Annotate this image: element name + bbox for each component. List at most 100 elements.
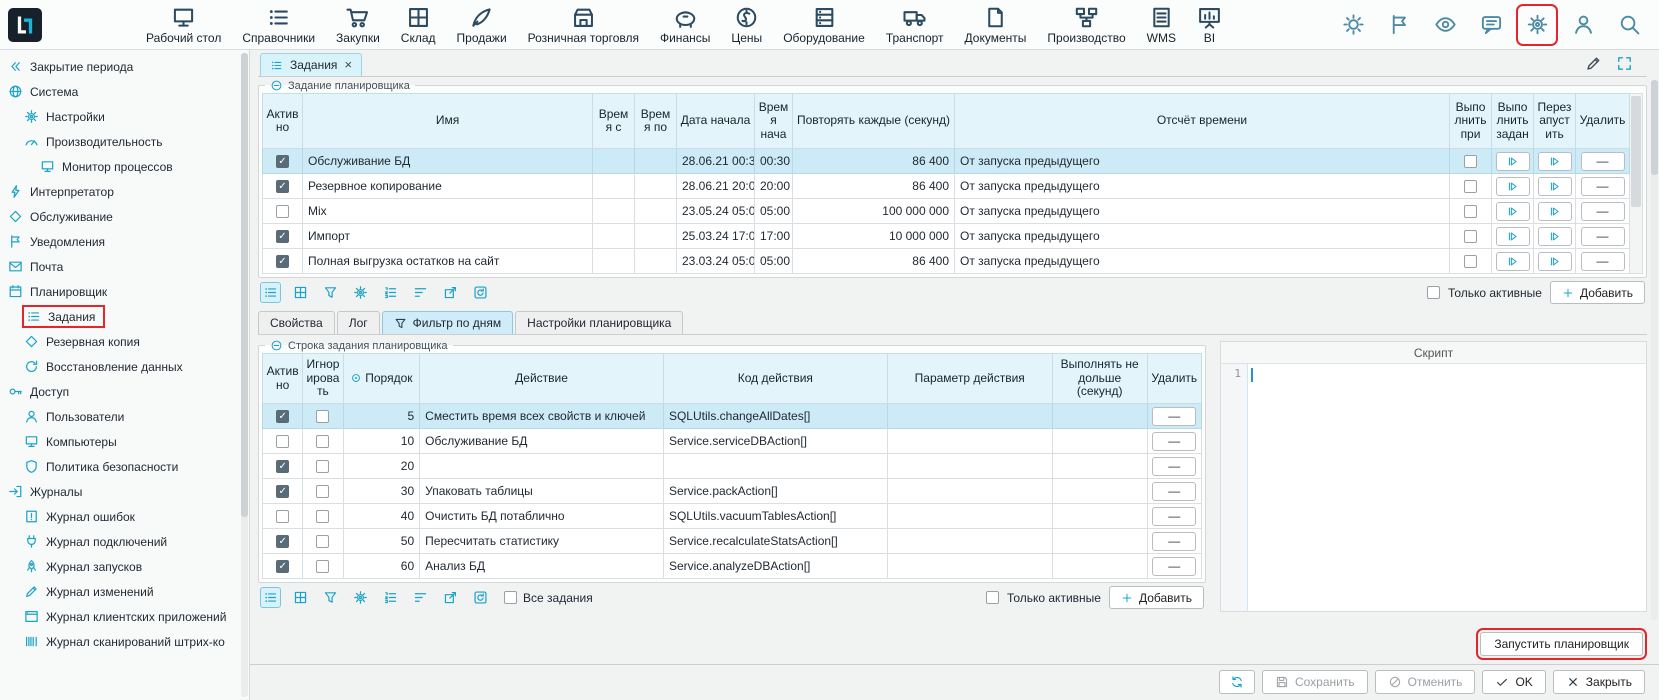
module-warehouse[interactable]: Склад bbox=[401, 5, 436, 45]
settings-button[interactable] bbox=[1519, 7, 1555, 43]
export-button[interactable] bbox=[440, 282, 461, 303]
active-checkbox[interactable] bbox=[276, 435, 289, 448]
module-prices[interactable]: Цены bbox=[731, 5, 762, 45]
flag-button[interactable] bbox=[1381, 7, 1417, 43]
cell-action[interactable]: Упаковать таблицы bbox=[420, 479, 664, 504]
sidebar-item-interpreter[interactable]: Интерпретатор bbox=[0, 179, 249, 204]
window-scrollbar[interactable] bbox=[1651, 80, 1658, 620]
sidebar-item-access[interactable]: Доступ bbox=[0, 379, 249, 404]
module-transport[interactable]: Транспорт bbox=[886, 5, 944, 45]
ok-button[interactable]: OK bbox=[1482, 670, 1545, 694]
cell-repeat[interactable]: 100 000 000 bbox=[793, 199, 955, 224]
tab-properties[interactable]: Свойства bbox=[258, 311, 335, 334]
restart-button[interactable] bbox=[1538, 177, 1572, 196]
numlist-button[interactable] bbox=[380, 587, 401, 608]
cell-action_code[interactable]: Service.recalculateStatsAction[] bbox=[663, 529, 887, 554]
exec_task-button[interactable] bbox=[1496, 152, 1530, 171]
cell-max_time[interactable] bbox=[1052, 404, 1147, 429]
cell-order[interactable]: 5 bbox=[343, 404, 420, 429]
cell-time_from[interactable] bbox=[593, 199, 635, 224]
sidebar-item-settings[interactable]: Настройки bbox=[0, 104, 249, 129]
cell-repeat[interactable]: 86 400 bbox=[793, 174, 955, 199]
filter-button[interactable] bbox=[320, 282, 341, 303]
column-header-start_time[interactable]: Время нача bbox=[755, 94, 793, 149]
grid-button[interactable] bbox=[290, 282, 311, 303]
delete-button[interactable]: — bbox=[1152, 482, 1196, 501]
cell-time_from[interactable] bbox=[593, 224, 635, 249]
cell-order[interactable]: 20 bbox=[343, 454, 420, 479]
delete-button[interactable]: — bbox=[1581, 252, 1625, 271]
cell-time_to[interactable] bbox=[635, 174, 677, 199]
cell-start_time[interactable]: 20:00 bbox=[755, 174, 793, 199]
column-header-action_param[interactable]: Параметр действия bbox=[887, 354, 1052, 404]
ignore-checkbox[interactable] bbox=[316, 410, 329, 423]
cell-repeat[interactable]: 86 400 bbox=[793, 249, 955, 274]
sortlines-button[interactable] bbox=[410, 282, 431, 303]
tab-close-icon[interactable]: × bbox=[344, 60, 352, 70]
ignore-checkbox[interactable] bbox=[316, 510, 329, 523]
column-header-time_to[interactable]: Время по bbox=[635, 94, 677, 149]
cell-time_to[interactable] bbox=[635, 149, 677, 174]
cell-order[interactable]: 30 bbox=[343, 479, 420, 504]
ignore-checkbox[interactable] bbox=[316, 560, 329, 573]
cell-max_time[interactable] bbox=[1052, 479, 1147, 504]
table-row[interactable]: 40Очистить БД потабличноSQLUtils.vacuumT… bbox=[263, 504, 1202, 529]
table-row[interactable]: 10Обслуживание БДService.serviceDBAction… bbox=[263, 429, 1202, 454]
module-sales[interactable]: Продажи bbox=[457, 5, 507, 45]
column-header-action[interactable]: Действие bbox=[420, 354, 664, 404]
theme-button[interactable] bbox=[1335, 7, 1371, 43]
exec_on-checkbox[interactable] bbox=[1464, 155, 1477, 168]
edit-form-icon[interactable] bbox=[1585, 55, 1602, 72]
cell-action[interactable] bbox=[420, 454, 664, 479]
sidebar-item-mail[interactable]: Почта bbox=[0, 254, 249, 279]
table-row[interactable]: ✓50Пересчитать статистикуService.recalcu… bbox=[263, 529, 1202, 554]
delete-button[interactable]: — bbox=[1152, 507, 1196, 526]
feedback-button[interactable] bbox=[1473, 7, 1509, 43]
cell-order[interactable]: 50 bbox=[343, 529, 420, 554]
profile-button[interactable] bbox=[1565, 7, 1601, 43]
tab-scheduler-settings[interactable]: Настройки планировщика bbox=[515, 311, 683, 334]
module-finance[interactable]: Финансы bbox=[660, 5, 710, 45]
fullscreen-icon[interactable] bbox=[1616, 55, 1633, 72]
cell-action[interactable]: Обслуживание БД bbox=[420, 429, 664, 454]
cell-action_param[interactable] bbox=[887, 554, 1052, 579]
column-header-active[interactable]: Активно bbox=[263, 94, 303, 149]
refreshbox-button[interactable] bbox=[470, 282, 491, 303]
delete-button[interactable]: — bbox=[1581, 152, 1625, 171]
view-button[interactable] bbox=[1427, 7, 1463, 43]
cancel-button[interactable]: Отменить bbox=[1375, 670, 1476, 694]
module-desktop[interactable]: Рабочий стол bbox=[146, 5, 221, 45]
sidebar-item-computers[interactable]: Компьютеры bbox=[0, 429, 249, 454]
exec_on-checkbox[interactable] bbox=[1464, 255, 1477, 268]
cell-action_code[interactable]: Service.packAction[] bbox=[663, 479, 887, 504]
exec_task-button[interactable] bbox=[1496, 202, 1530, 221]
exec_task-button[interactable] bbox=[1496, 252, 1530, 271]
ignore-checkbox[interactable] bbox=[316, 460, 329, 473]
module-bi[interactable]: BI bbox=[1197, 5, 1222, 45]
table-row[interactable]: ✓Импорт25.03.24 17:0017:0010 000 000От з… bbox=[263, 224, 1630, 249]
sidebar-item-period-close[interactable]: Закрытие периода bbox=[0, 54, 249, 79]
table-row[interactable]: ✓20— bbox=[263, 454, 1202, 479]
active-checkbox[interactable] bbox=[276, 510, 289, 523]
cell-repeat[interactable]: 10 000 000 bbox=[793, 224, 955, 249]
column-header-max_time[interactable]: Выполнять не дольше (секунд) bbox=[1052, 354, 1147, 404]
table-row[interactable]: ✓30Упаковать таблицыService.packAction[]… bbox=[263, 479, 1202, 504]
refreshbox-button[interactable] bbox=[470, 587, 491, 608]
all-tasks-checkbox[interactable] bbox=[504, 591, 517, 604]
cell-action_code[interactable]: SQLUtils.vacuumTablesAction[] bbox=[663, 504, 887, 529]
sidebar-item-backup[interactable]: Резервная копия bbox=[0, 329, 249, 354]
filter-button[interactable] bbox=[320, 587, 341, 608]
cell-max_time[interactable] bbox=[1052, 504, 1147, 529]
list-button[interactable] bbox=[260, 282, 281, 303]
close-button[interactable]: Закрыть bbox=[1553, 670, 1645, 694]
cell-order[interactable]: 40 bbox=[343, 504, 420, 529]
active-checkbox[interactable]: ✓ bbox=[276, 410, 289, 423]
cell-time_from[interactable] bbox=[593, 174, 635, 199]
column-header-action_code[interactable]: Код действия bbox=[663, 354, 887, 404]
delete-button[interactable]: — bbox=[1152, 432, 1196, 451]
table-row[interactable]: Mix23.05.24 05:0005:00100 000 000От запу… bbox=[263, 199, 1630, 224]
module-retail[interactable]: Розничная торговля bbox=[528, 5, 639, 45]
cell-action_code[interactable]: Service.analyzeDBAction[] bbox=[663, 554, 887, 579]
sidebar-item-journals[interactable]: Журналы bbox=[0, 479, 249, 504]
cell-order[interactable]: 10 bbox=[343, 429, 420, 454]
